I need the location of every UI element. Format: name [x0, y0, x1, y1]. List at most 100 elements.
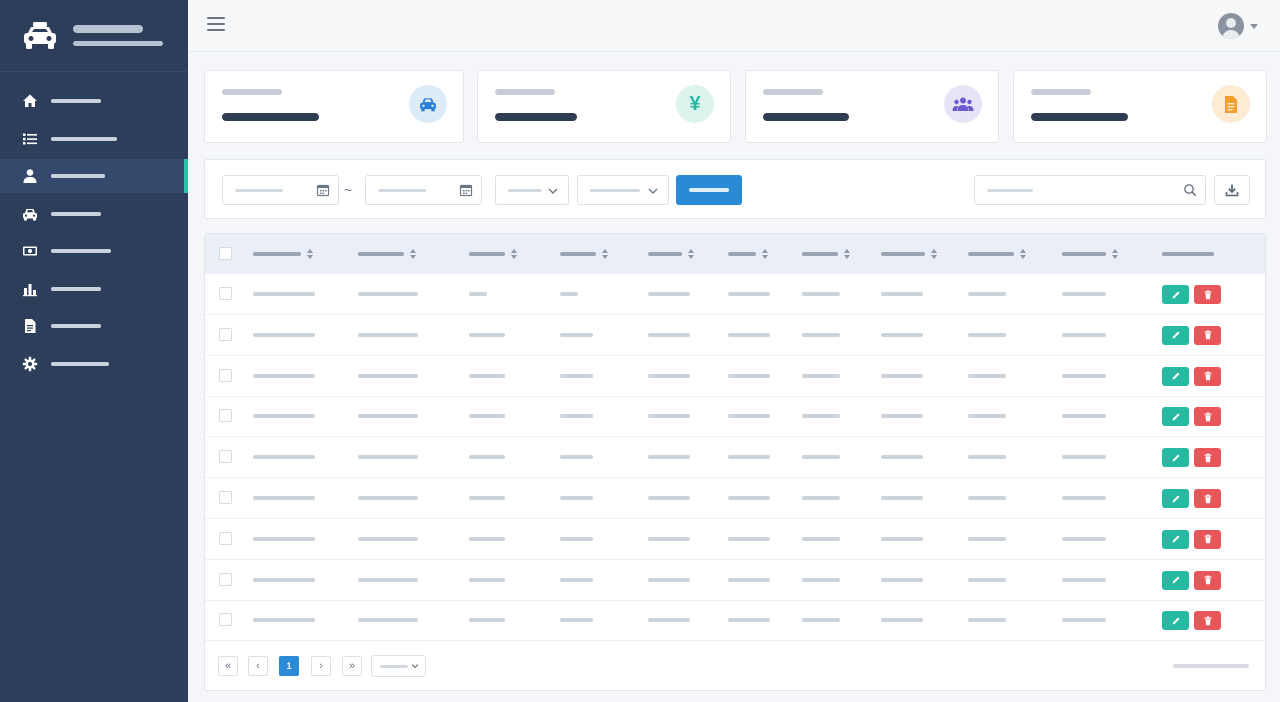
- hamburger-icon[interactable]: [207, 17, 225, 33]
- column-header[interactable]: [881, 252, 925, 256]
- table-cell: [881, 332, 923, 337]
- table-cell: [560, 414, 593, 419]
- sidebar-item-users[interactable]: [0, 159, 188, 193]
- user-menu[interactable]: [1218, 13, 1258, 39]
- column-header[interactable]: [358, 252, 404, 256]
- sidebar-item-home[interactable]: [0, 84, 188, 118]
- row-checkbox[interactable]: [219, 531, 232, 545]
- row-checkbox[interactable]: [219, 368, 232, 382]
- delete-button[interactable]: [1194, 285, 1221, 304]
- sort-icon[interactable]: [1112, 249, 1118, 259]
- status-select[interactable]: [495, 175, 569, 205]
- sidebar-item-label: [51, 99, 101, 103]
- column-header[interactable]: [968, 252, 1014, 256]
- page-button-current[interactable]: 1: [279, 656, 299, 676]
- sidebar-item-reports[interactable]: [0, 272, 188, 306]
- column-header[interactable]: [560, 252, 596, 256]
- delete-button[interactable]: [1194, 570, 1221, 590]
- table-cell: [728, 618, 770, 623]
- column-header[interactable]: [802, 252, 838, 256]
- edit-button[interactable]: [1162, 285, 1189, 304]
- sort-icon[interactable]: [1020, 249, 1026, 259]
- column-header[interactable]: [648, 252, 682, 256]
- table-cell: [560, 536, 593, 541]
- sidebar-item-finance[interactable]: [0, 234, 188, 268]
- edit-button[interactable]: [1162, 489, 1189, 508]
- sidebar-item-cars[interactable]: [0, 197, 188, 231]
- table-row: [205, 519, 1265, 560]
- export-button[interactable]: [1214, 175, 1250, 205]
- table-cell: [968, 496, 1006, 500]
- page-size-select[interactable]: [371, 655, 426, 677]
- table-cell: [802, 332, 840, 337]
- edit-icon: [1172, 576, 1179, 584]
- table-cell: [728, 292, 770, 296]
- stat-card-users: [745, 70, 999, 143]
- sort-icon[interactable]: [931, 249, 937, 259]
- delete-button[interactable]: [1194, 366, 1221, 386]
- row-checkbox[interactable]: [219, 572, 232, 586]
- sort-icon[interactable]: [307, 249, 313, 259]
- sidebar-item-settings[interactable]: [0, 347, 188, 381]
- column-header[interactable]: [728, 252, 756, 256]
- sort-icon[interactable]: [762, 249, 768, 259]
- sort-icon[interactable]: [511, 249, 517, 259]
- sort-icon[interactable]: [844, 249, 850, 259]
- brand[interactable]: [0, 0, 188, 72]
- edit-button[interactable]: [1162, 529, 1189, 549]
- row-checkbox[interactable]: [219, 613, 232, 627]
- table-cell: [469, 414, 505, 419]
- delete-button[interactable]: [1194, 489, 1221, 508]
- gear-icon: [22, 356, 38, 371]
- start-date-input[interactable]: [222, 175, 339, 205]
- edit-button[interactable]: [1162, 448, 1189, 468]
- edit-button[interactable]: [1162, 611, 1189, 631]
- sidebar-item-list[interactable]: [0, 122, 188, 156]
- row-checkbox[interactable]: [219, 450, 232, 464]
- next-page-button[interactable]: ›: [311, 656, 331, 676]
- column-header[interactable]: [469, 252, 505, 256]
- row-checkbox[interactable]: [219, 491, 232, 504]
- edit-icon: [1172, 495, 1179, 502]
- table-cell: [358, 455, 418, 460]
- column-header[interactable]: [1062, 252, 1106, 256]
- last-page-button[interactable]: »: [342, 656, 362, 676]
- sort-icon[interactable]: [688, 249, 694, 259]
- table-cell: [469, 577, 505, 582]
- edit-button[interactable]: [1162, 325, 1189, 345]
- select-all-checkbox[interactable]: [219, 247, 232, 260]
- delete-button[interactable]: [1194, 611, 1221, 631]
- table-row: [205, 274, 1265, 315]
- row-checkbox[interactable]: [219, 287, 232, 300]
- sort-icon[interactable]: [602, 249, 608, 259]
- row-checkbox[interactable]: [219, 409, 232, 423]
- search-icon[interactable]: [1183, 183, 1197, 197]
- edit-button[interactable]: [1162, 570, 1189, 590]
- delete-button[interactable]: [1194, 407, 1221, 427]
- delete-button[interactable]: [1194, 529, 1221, 549]
- sidebar-item-label: [51, 286, 101, 291]
- table-cell: [728, 496, 770, 500]
- delete-button[interactable]: [1194, 448, 1221, 468]
- first-page-button[interactable]: «: [218, 656, 238, 676]
- search-button[interactable]: [676, 175, 742, 205]
- delete-button[interactable]: [1194, 325, 1221, 345]
- edit-icon: [1172, 535, 1179, 543]
- table-cell: [648, 455, 690, 460]
- search-input[interactable]: [974, 175, 1206, 205]
- list-icon: [23, 133, 37, 144]
- edit-button[interactable]: [1162, 366, 1189, 386]
- sidebar-item-documents[interactable]: [0, 309, 188, 343]
- prev-page-button[interactable]: ‹: [248, 656, 268, 676]
- edit-button[interactable]: [1162, 407, 1189, 427]
- table-cell: [648, 577, 690, 582]
- type-select[interactable]: [577, 175, 669, 205]
- row-checkbox[interactable]: [219, 327, 232, 341]
- end-date-input[interactable]: [365, 175, 482, 205]
- table-cell: [881, 414, 923, 419]
- table-cell: [560, 455, 593, 460]
- trash-icon: [1204, 453, 1211, 462]
- table-cell: [253, 496, 315, 500]
- sort-icon[interactable]: [410, 249, 416, 259]
- column-header[interactable]: [253, 252, 301, 256]
